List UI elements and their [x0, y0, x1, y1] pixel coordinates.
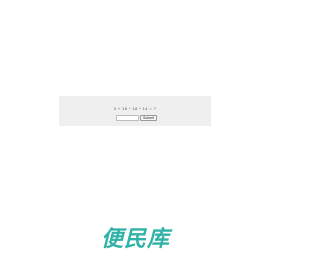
captcha-answer-input[interactable]: [116, 115, 139, 121]
captcha-panel: 3 + 16 * 18 * 14 = ? Submit: [59, 96, 211, 126]
captcha-form: Submit: [116, 115, 157, 121]
page: 3 + 16 * 18 * 14 = ? Submit 便民库: [0, 0, 271, 263]
brand-logo: 便民库: [100, 227, 170, 252]
submit-button[interactable]: Submit: [140, 115, 157, 121]
captcha-question: 3 + 16 * 18 * 14 = ?: [113, 106, 157, 111]
